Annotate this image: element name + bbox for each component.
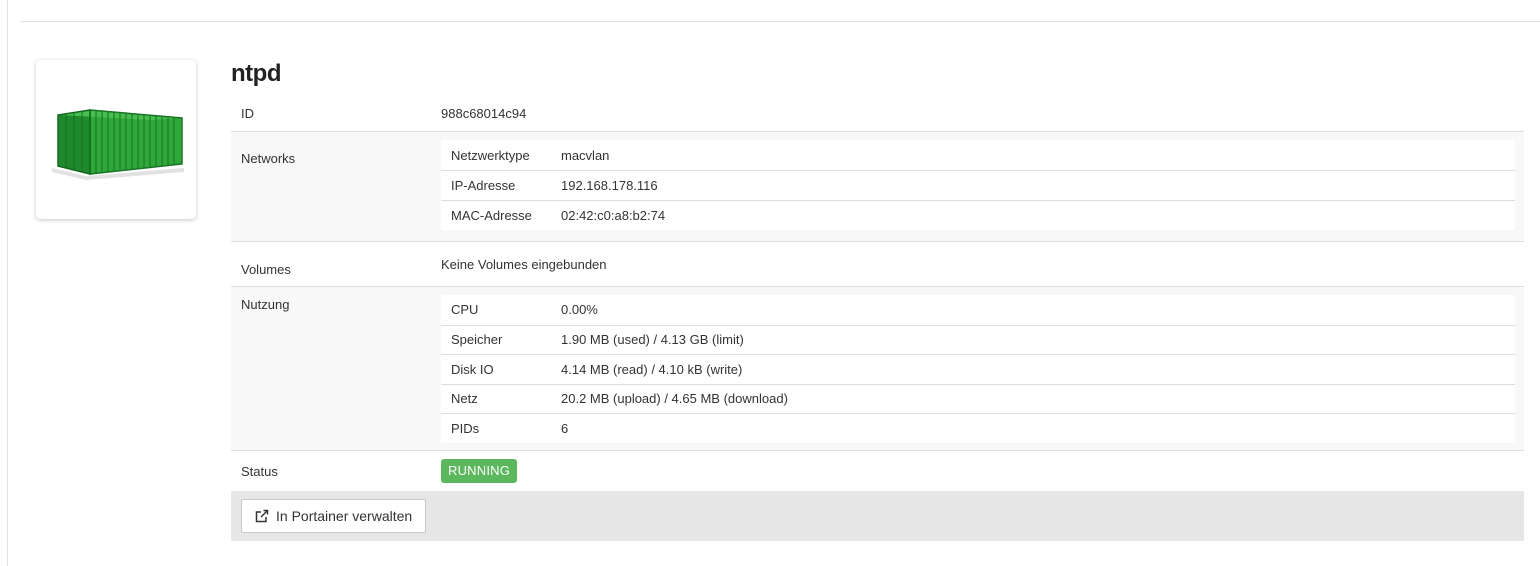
usage-key: PIDs xyxy=(451,420,480,436)
row-usage: Nutzung CPU 0.00% Speicher 1.90 MB (used… xyxy=(231,286,1524,450)
usage-table: CPU 0.00% Speicher 1.90 MB (used) / 4.13… xyxy=(441,295,1515,443)
usage-row-network: Netz 20.2 MB (upload) / 4.65 MB (downloa… xyxy=(441,383,1515,414)
network-key: IP-Adresse xyxy=(451,178,516,193)
status-label: Status xyxy=(241,464,278,479)
usage-key: CPU xyxy=(451,302,479,318)
volumes-label: Volumes xyxy=(241,262,291,277)
usage-row-pids: PIDs 6 xyxy=(441,413,1515,443)
usage-key: Netz xyxy=(451,391,478,407)
row-id: ID 988c68014c94 xyxy=(231,97,1524,131)
id-value: 988c68014c94 xyxy=(441,106,527,121)
manage-in-portainer-label: In Portainer verwalten xyxy=(276,508,413,524)
networks-table: Netzwerktype macvlan IP-Adresse 192.168.… xyxy=(441,140,1515,230)
row-networks: Networks Netzwerktype macvlan IP-Adresse… xyxy=(231,131,1524,241)
usage-value: 4.14 MB (read) / 4.10 kB (write) xyxy=(561,361,743,377)
network-value: 02:42:c0:a8:b2:74 xyxy=(561,208,666,223)
usage-row-disk-io: Disk IO 4.14 MB (read) / 4.10 kB (write) xyxy=(441,354,1515,384)
left-border xyxy=(0,0,8,566)
container-name: ntpd xyxy=(231,60,281,87)
usage-key: Disk IO xyxy=(451,361,494,377)
id-label: ID xyxy=(241,106,254,121)
container-image xyxy=(36,60,196,219)
network-value: macvlan xyxy=(561,147,610,163)
network-row-type: Netzwerktype macvlan xyxy=(441,140,1515,170)
status-badge: RUNNING xyxy=(441,459,518,483)
volumes-value: Keine Volumes eingebunden xyxy=(441,257,607,272)
manage-in-portainer-button[interactable]: In Portainer verwalten xyxy=(241,499,427,533)
networks-label: Networks xyxy=(241,151,296,166)
usage-value: 0.00% xyxy=(561,302,598,318)
network-key: MAC-Adresse xyxy=(451,208,532,223)
external-link-icon xyxy=(255,509,269,523)
network-key: Netzwerktype xyxy=(451,147,530,163)
container-details-table: ID 988c68014c94 Networks Netzwerktype ma… xyxy=(231,97,1524,541)
top-divider xyxy=(21,21,1540,22)
usage-value: 1.90 MB (used) / 4.13 GB (limit) xyxy=(561,332,744,348)
actions-footer: In Portainer verwalten xyxy=(231,491,1524,541)
usage-key: Speicher xyxy=(451,332,503,348)
usage-row-memory: Speicher 1.90 MB (used) / 4.13 GB (limit… xyxy=(441,324,1515,355)
row-volumes: Volumes Keine Volumes eingebunden xyxy=(231,241,1524,286)
usage-value: 20.2 MB (upload) / 4.65 MB (download) xyxy=(561,391,788,407)
network-row-mac: MAC-Adresse 02:42:c0:a8:b2:74 xyxy=(441,200,1515,230)
shipping-container-icon xyxy=(52,108,184,180)
row-status: Status RUNNING xyxy=(231,450,1524,491)
usage-value: 6 xyxy=(561,420,569,436)
usage-row-cpu: CPU 0.00% xyxy=(441,295,1515,325)
network-row-ip: IP-Adresse 192.168.178.116 xyxy=(441,170,1515,200)
network-value: 192.168.178.116 xyxy=(561,178,658,193)
usage-label: Nutzung xyxy=(241,297,290,312)
